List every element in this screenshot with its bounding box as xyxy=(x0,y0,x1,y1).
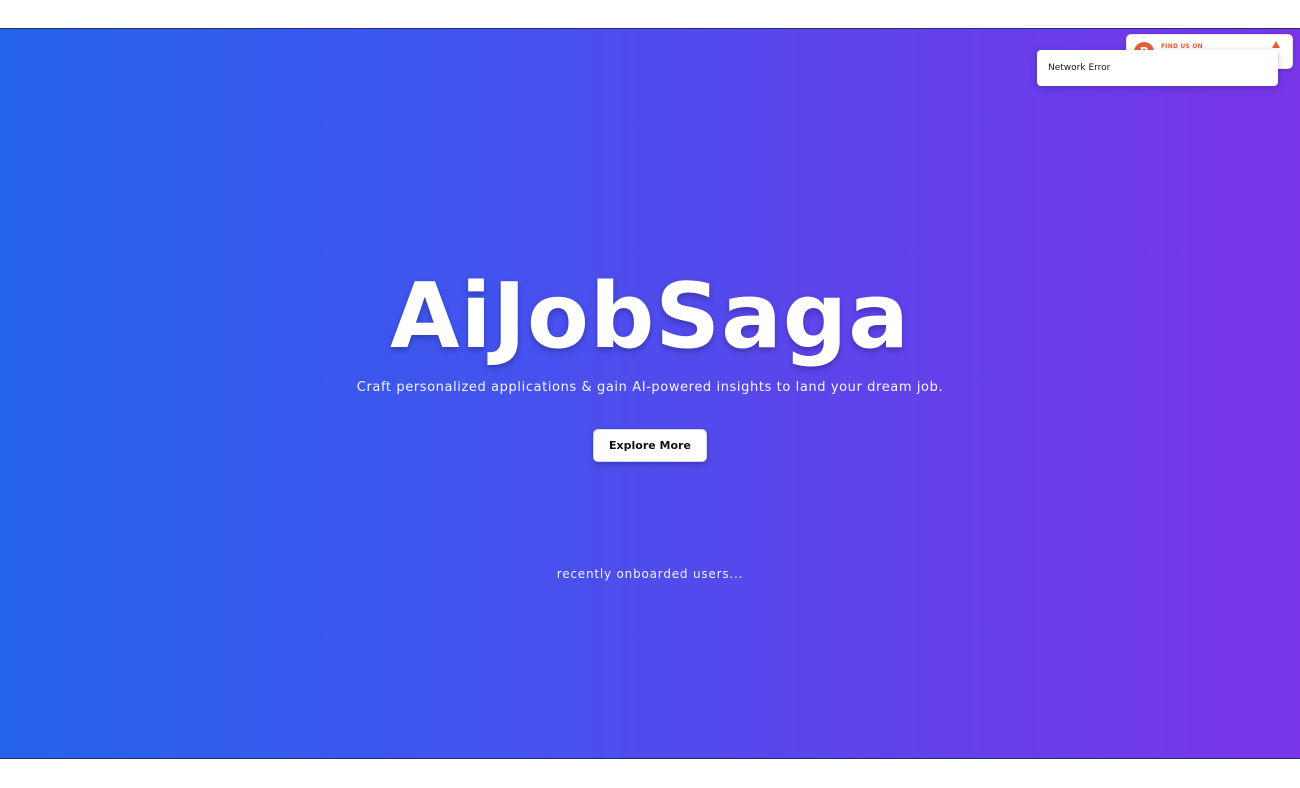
badge-label: FIND US ON xyxy=(1161,43,1203,50)
hero-subtitle: Craft personalized applications & gain A… xyxy=(356,380,944,395)
hero-section: AiJobSaga Craft personalized application… xyxy=(0,28,1300,759)
explore-more-button[interactable]: Explore More xyxy=(593,429,707,462)
toast-message: Network Error xyxy=(1048,63,1111,73)
recent-users-label: recently onboarded users... xyxy=(556,567,744,581)
hero-title: AiJobSaga xyxy=(390,264,910,369)
error-toast[interactable]: Network Error xyxy=(1037,50,1278,86)
page: AiJobSaga Craft personalized application… xyxy=(0,0,1300,788)
upvote-triangle-icon xyxy=(1272,41,1280,48)
